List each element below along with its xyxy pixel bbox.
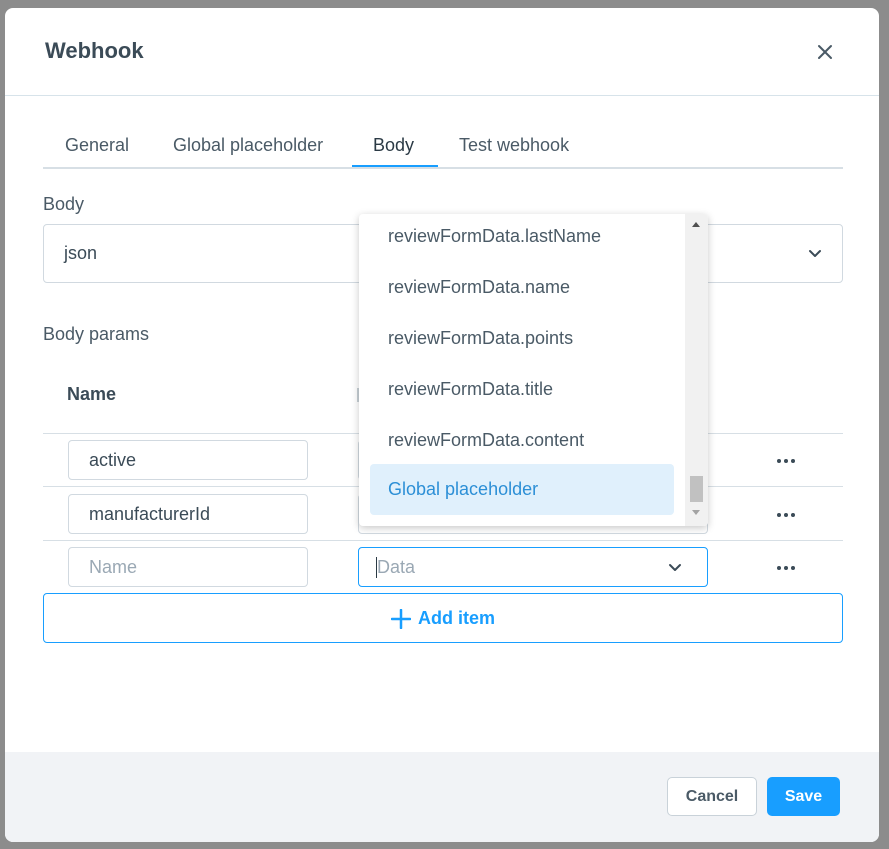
chevron-down-icon (669, 564, 681, 571)
cancel-button[interactable]: Cancel (667, 777, 757, 816)
modal-title: Webhook (45, 38, 144, 63)
modal-header: Webhook (5, 8, 879, 96)
data-placeholder: Data (377, 557, 416, 577)
scroll-down-arrow-icon[interactable] (692, 510, 700, 515)
save-button[interactable]: Save (767, 777, 840, 816)
active-tab-indicator (352, 165, 438, 167)
dropdown-option[interactable]: reviewFormData.points (388, 328, 573, 349)
add-item-label: Add item (418, 608, 496, 628)
tab-body[interactable]: Body (373, 135, 414, 156)
row-actions-button[interactable] (777, 561, 799, 575)
dropdown-option-label: Global placeholder (388, 479, 539, 499)
dropdown-option[interactable]: reviewFormData.name (388, 277, 570, 298)
modal-footer: Cancel Save (5, 752, 879, 842)
text-caret (376, 557, 377, 578)
scrollbar-thumb[interactable] (690, 476, 703, 502)
body-params-label: Body params (43, 324, 150, 344)
param-data-select-focused[interactable]: Data (358, 547, 708, 587)
tab-bar: General Global placeholder Body Test web… (43, 128, 843, 169)
dropdown-option[interactable]: reviewFormData.lastName (388, 226, 601, 247)
close-button[interactable] (813, 40, 837, 64)
column-header-name: Name (67, 384, 117, 404)
body-type-value: json (64, 243, 98, 263)
data-options-dropdown: reviewFormData.lastName reviewFormData.n… (359, 214, 708, 526)
row-divider (43, 540, 843, 541)
row-actions-button[interactable] (777, 508, 799, 522)
chevron-down-icon (809, 250, 821, 257)
scroll-up-arrow-icon[interactable] (692, 222, 700, 227)
param-name-input[interactable]: Name (68, 547, 308, 587)
tab-general[interactable]: General (65, 135, 129, 156)
add-item-button[interactable]: Add item (43, 593, 843, 643)
tab-test-webhook[interactable]: Test webhook (459, 135, 569, 156)
webhook-modal: Webhook General Global placeholder Body … (5, 8, 879, 842)
dropdown-option-highlighted[interactable]: Global placeholder (370, 464, 674, 515)
close-icon (818, 45, 832, 59)
dropdown-scrollbar[interactable] (685, 214, 708, 526)
param-name-input[interactable]: manufacturerId (68, 494, 308, 534)
plus-icon (391, 609, 411, 629)
row-actions-button[interactable] (777, 454, 799, 468)
dropdown-option[interactable]: reviewFormData.title (388, 379, 553, 400)
dropdown-option[interactable]: reviewFormData.content (388, 430, 584, 451)
param-name-input[interactable]: active (68, 440, 308, 480)
body-label: Body (43, 194, 85, 214)
tab-global-placeholder[interactable]: Global placeholder (173, 135, 323, 156)
